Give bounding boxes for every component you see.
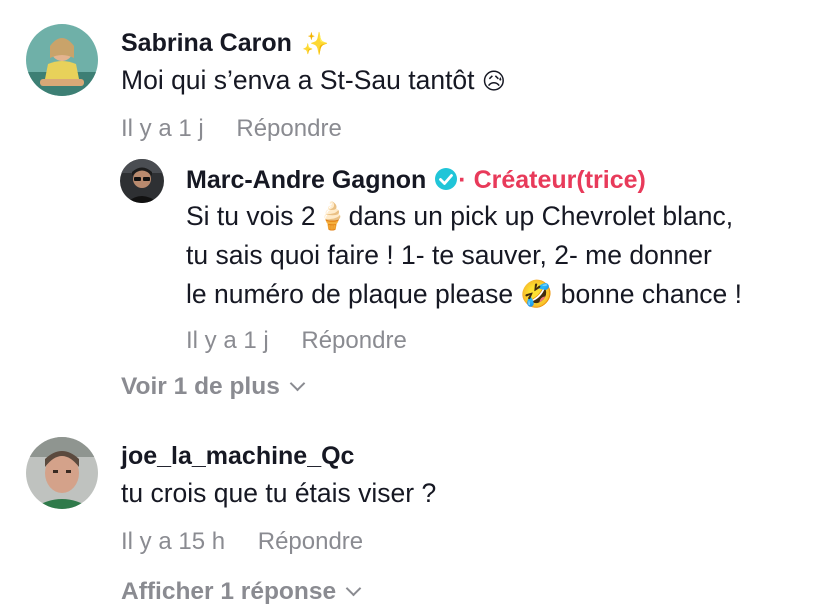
show-replies-button[interactable]: Afficher 1 réponse [121,578,362,606]
comment-time: Il y a 1 j [121,115,204,142]
comment-username[interactable]: joe_la_machine_Qc [121,442,354,471]
comments-panel: Sabrina Caron ✨ Moi qui s’enva a St-Sau t… [0,0,828,614]
comment-text: tu crois que tu étais viser ? [121,478,437,508]
reply-text-line-3: le numéro de plaque please 🤣 bonne chanc… [186,279,743,309]
avatar-joe[interactable] [26,437,98,509]
comment-time: Il y a 15 h [121,528,226,555]
reply-meta: Il y a 1 j Répondre [186,327,407,355]
reply-button[interactable]: Répondre [236,115,341,142]
avatar-sabrina[interactable] [26,24,98,96]
comment-username[interactable]: Sabrina Caron ✨ [121,29,329,58]
sad-face-emoji: 😥 [481,69,506,95]
reply-text-line-2: tu sais quoi faire ! 1- te sauver, 2- me… [186,240,712,270]
avatar-marc-andre[interactable] [120,159,164,203]
chevron-down-icon [345,580,362,597]
reply-text-line-1: Si tu vois 2🍦dans un pick up Chevrolet b… [186,201,734,231]
comment-text: Moi qui s’enva a St-Sau tantôt 😥 [121,65,506,95]
comment-meta: Il y a 15 h Répondre [121,528,363,556]
reply-button[interactable]: Répondre [301,327,406,354]
reply-username[interactable]: Marc-Andre Gagnon · Créateur(trice) [186,166,646,195]
verified-badge-icon [435,168,458,190]
reply-button[interactable]: Répondre [258,528,363,555]
comment-meta: Il y a 1 j Répondre [121,115,342,143]
sparkles-icon: ✨ [301,31,330,56]
reply-time: Il y a 1 j [186,327,269,354]
view-more-replies-button[interactable]: Voir 1 de plus [121,373,306,401]
creator-label: · Créateur(trice) [458,166,646,194]
chevron-down-icon [289,375,306,392]
